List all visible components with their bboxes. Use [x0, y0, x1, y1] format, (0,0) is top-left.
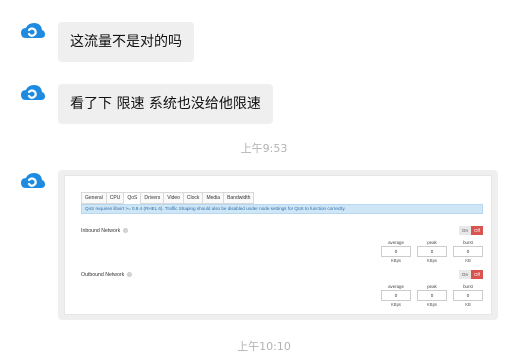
toggle-off: Off [471, 270, 483, 279]
average-unit: KBps [390, 258, 401, 263]
settings-tabs: General CPU QoS Drivers Video Clock Medi… [81, 192, 255, 204]
tab-video: Video [163, 192, 183, 204]
peak-field: 0 [417, 290, 447, 301]
message-bubble-2: 看了下 限速 系统也没给他限速 [58, 84, 273, 124]
cloud-logo-icon[interactable] [20, 84, 46, 104]
average-field: 0 [381, 290, 411, 301]
peak-unit: KBps [426, 258, 437, 263]
inbound-network-text: Inbound Network [81, 228, 121, 234]
average-header: average [388, 240, 404, 245]
tab-general: General [81, 192, 106, 204]
toggle-on: On [459, 270, 471, 279]
average-unit: KBps [390, 302, 401, 307]
outbound-toggle: On Off [459, 270, 483, 279]
tab-media: Media [202, 192, 224, 204]
peak-header: peak [427, 284, 437, 289]
burst-unit: KB [465, 302, 471, 307]
image-message-bubble[interactable]: General CPU QoS Drivers Video Clock Medi… [58, 170, 498, 320]
tab-bandwidth: Bandwidth [223, 192, 255, 204]
help-icon: ? [127, 272, 133, 278]
message-bubble-1: 这流量不是对的吗 [58, 22, 194, 62]
message-timestamp: 上午10:10 [237, 340, 291, 353]
cloud-logo-icon[interactable] [20, 172, 46, 192]
help-icon: ? [123, 228, 129, 234]
burst-unit: KB [465, 258, 471, 263]
tab-clock: Clock [182, 192, 203, 204]
toggle-off: Off [471, 226, 483, 235]
average-header: average [388, 284, 404, 289]
qos-settings-screenshot[interactable]: General CPU QoS Drivers Video Clock Medi… [64, 175, 492, 315]
burst-header: burst [463, 240, 473, 245]
outbound-network-text: Outbound Network [81, 272, 125, 278]
average-field: 0 [381, 246, 411, 257]
inbound-toggle: On Off [459, 226, 483, 235]
outbound-network-label: Outbound Network? [81, 272, 133, 278]
toggle-on: On [459, 226, 471, 235]
inbound-grid: average peak burst 0 0 0 KBps KBps KB [381, 239, 483, 265]
burst-header: burst [463, 284, 473, 289]
inbound-network-label: Inbound Network? [81, 228, 129, 234]
qos-notice: QoS requires libvirt >= 0.9.4 (RHEL 6). … [81, 204, 483, 214]
outbound-grid: average peak burst 0 0 0 KBps KBps KB [381, 283, 483, 309]
peak-unit: KBps [426, 302, 437, 307]
peak-field: 0 [417, 246, 447, 257]
burst-field: 0 [453, 290, 483, 301]
message-timestamp: 上午9:53 [240, 142, 288, 155]
burst-field: 0 [453, 246, 483, 257]
peak-header: peak [427, 240, 437, 245]
cloud-logo-icon[interactable] [20, 22, 46, 42]
tab-drivers: Drivers [140, 192, 164, 204]
tab-qos: QoS [123, 192, 141, 204]
tab-cpu: CPU [105, 192, 124, 204]
